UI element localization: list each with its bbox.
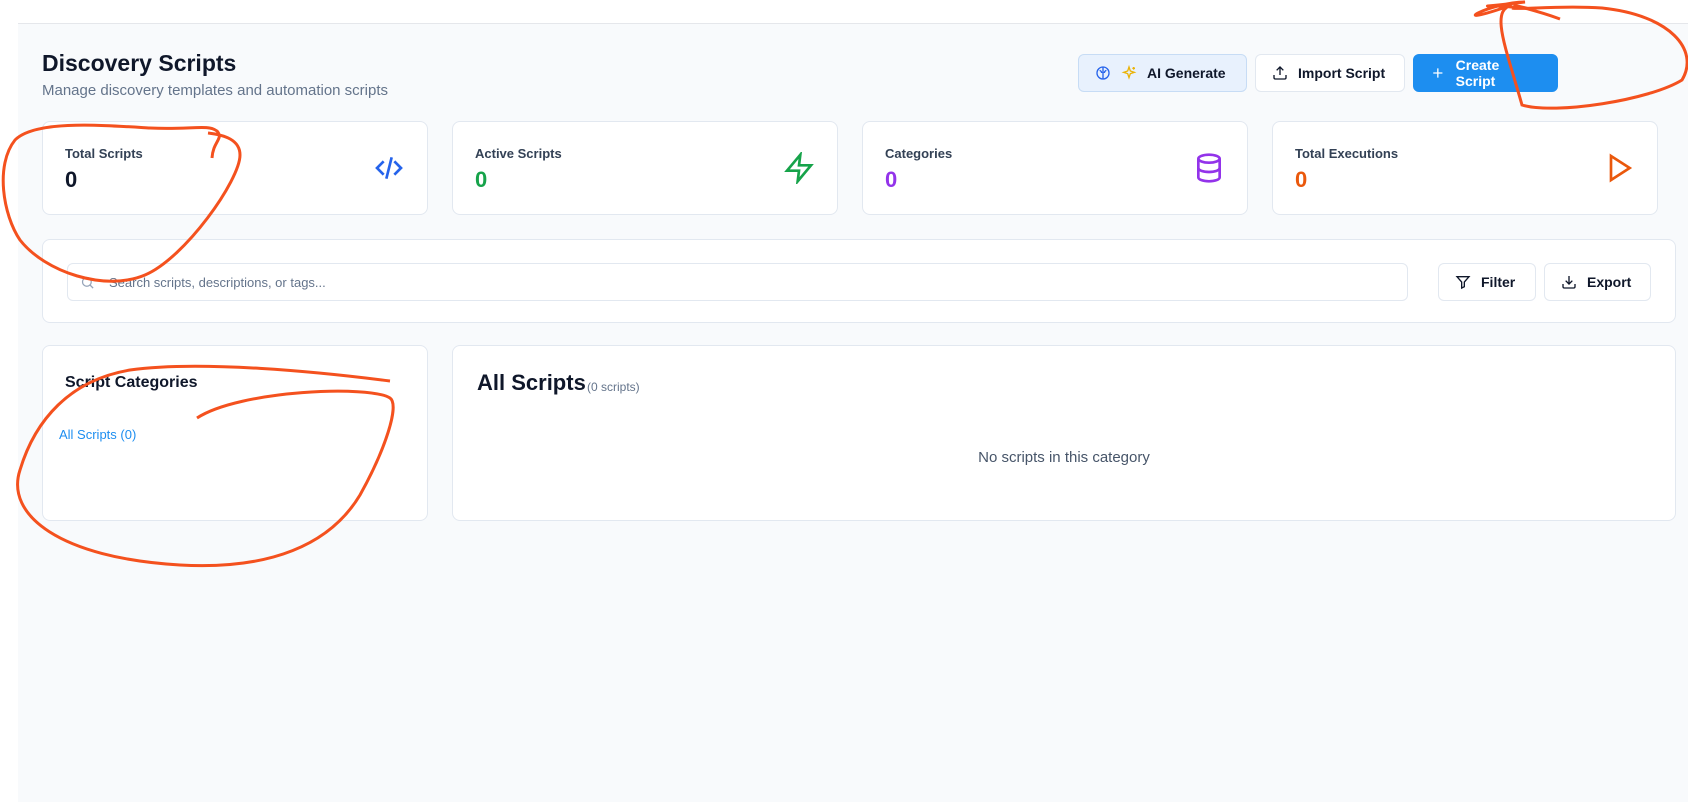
database-icon [1197,153,1221,183]
filter-label: Filter [1481,274,1516,290]
import-script-button[interactable]: Import Script [1255,54,1405,92]
stats-row: Total Scripts 0 Active Scripts 0 Categor… [42,121,1658,215]
search-icon [81,276,94,289]
stat-value: 0 [1295,167,1308,192]
stat-value: 0 [885,167,898,192]
stat-label: Total Executions [1295,146,1399,161]
stat-label: Active Scripts [475,146,562,161]
sparkles-icon [1121,65,1137,80]
code-icon [375,157,403,179]
empty-state-message: No scripts in this category [978,449,1150,466]
page-title: Discovery Scripts [42,50,237,76]
create-script-button[interactable]: Create Script [1413,54,1558,92]
search-field[interactable] [67,263,1408,301]
stat-card-categories: Categories 0 [862,121,1248,215]
play-icon [1609,153,1633,183]
page-header: Discovery Scripts Manage discovery templ… [42,50,388,99]
search-input[interactable] [109,274,1309,290]
filter-icon [1455,276,1471,290]
categories-title: Script Categories [65,374,198,391]
download-icon [1562,276,1576,289]
stat-value: 0 [65,167,78,192]
brain-icon [1096,66,1110,80]
ai-generate-label: AI Generate [1147,65,1226,81]
page-subtitle: Manage discovery templates and automatio… [42,82,389,99]
header-actions: AI Generate Import Script Create Script [1078,54,1558,92]
export-button[interactable]: Export [1544,263,1651,301]
script-categories-panel: Script Categories All Scripts (0) [42,345,428,521]
stat-card-total-scripts: Total Scripts 0 [42,121,428,215]
stat-label: Total Scripts [65,146,143,161]
search-toolbar: Filter Export [42,239,1676,323]
filter-button[interactable]: Filter [1438,263,1536,301]
main-content: Discovery Scripts Manage discovery templ… [18,23,1688,802]
scripts-list-title: All Scripts [477,370,586,395]
stat-card-total-executions: Total Executions 0 [1272,121,1658,215]
export-label: Export [1587,274,1632,290]
category-item-all-scripts[interactable]: All Scripts (0) [59,427,136,442]
plus-icon [1433,68,1443,78]
stat-label: Categories [885,146,953,161]
scripts-count: (0 scripts) [587,380,640,394]
zap-icon [784,152,814,184]
toolbar-buttons: Filter Export [1438,263,1651,301]
ai-generate-button[interactable]: AI Generate [1078,54,1247,92]
stat-card-active-scripts: Active Scripts 0 [452,121,838,215]
create-script-label: Create Script [1455,57,1500,89]
stat-value: 0 [475,167,488,192]
scripts-list-panel: All Scripts (0 scripts) No scripts in th… [452,345,1676,521]
import-script-label: Import Script [1298,65,1386,81]
upload-icon [1273,66,1287,80]
